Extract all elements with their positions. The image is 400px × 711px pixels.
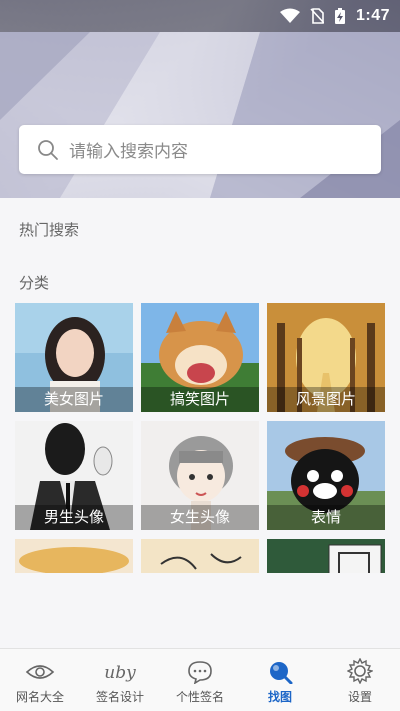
tab-label: 签名设计 [95, 690, 144, 704]
tab-label: 找图 [267, 690, 292, 704]
wifi-icon [279, 8, 300, 23]
category-tile-scenery[interactable]: 风景图片 [267, 303, 385, 412]
dessert-photo [15, 539, 133, 573]
status-bar: 1:47 [0, 0, 400, 32]
header-banner: 1:47 请输入搜索内容 [0, 0, 400, 198]
tab-nickname[interactable]: 网名大全 [0, 649, 80, 711]
chat-bubble-icon [188, 661, 212, 684]
eye-icon [25, 665, 55, 679]
category-tile-dessert[interactable] [15, 539, 133, 573]
category-tile-plant[interactable] [267, 539, 385, 573]
category-label: 表情 [267, 505, 385, 530]
tab-signature-design[interactable]: uby 签名设计 [80, 649, 160, 711]
tab-label: 个性签名 [175, 690, 224, 704]
search-icon [270, 662, 293, 684]
calligraphy-photo [141, 539, 259, 573]
tab-personal-signature[interactable]: 个性签名 [160, 649, 240, 711]
tab-find-images[interactable]: 找图 [240, 649, 320, 711]
search-placeholder: 请输入搜索内容 [69, 142, 188, 162]
status-time: 1:47 [355, 7, 390, 24]
category-label: 男生头像 [15, 505, 133, 530]
gear-icon [347, 658, 373, 684]
category-tile-emoji[interactable]: 表情 [267, 421, 385, 530]
bottom-tab-bar: 网名大全 uby 签名设计 个性签名 找图 设置 [0, 648, 400, 711]
categories-title: 分类 [19, 274, 50, 292]
tab-settings[interactable]: 设置 [320, 649, 400, 711]
category-tile-calligraphy[interactable] [141, 539, 259, 573]
battery-charging-icon [334, 8, 345, 24]
search-icon [38, 139, 58, 160]
green-plant-photo [267, 539, 385, 573]
category-tile-female-avatar[interactable]: 女生头像 [141, 421, 259, 530]
tab-label: 网名大全 [15, 690, 64, 704]
category-tile-male-avatar[interactable]: 男生头像 [15, 421, 133, 530]
category-label: 女生头像 [141, 505, 259, 530]
search-input[interactable]: 请输入搜索内容 [19, 125, 381, 174]
no-sim-icon [310, 8, 324, 24]
category-label: 搞笑图片 [141, 387, 259, 412]
hot-search-title: 热门搜索 [19, 221, 80, 239]
category-label: 风景图片 [267, 387, 385, 412]
signature-icon: uby [104, 663, 136, 683]
category-label: 美女图片 [15, 387, 133, 412]
tab-label: 设置 [347, 690, 372, 704]
category-tile-beauty[interactable]: 美女图片 [15, 303, 133, 412]
category-tile-funny[interactable]: 搞笑图片 [141, 303, 259, 412]
category-grid: 美女图片 搞笑图片 风景图片 男生头像 女生头像 表情 [15, 303, 385, 573]
